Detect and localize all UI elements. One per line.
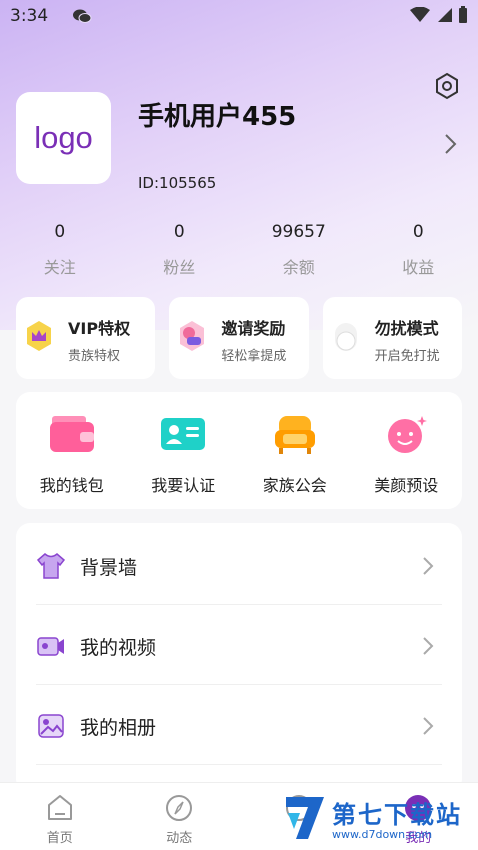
dnd-card[interactable]: 勿扰模式 开启免打扰: [322, 297, 462, 379]
crown-icon: [27, 321, 51, 351]
shirt-icon: [36, 553, 66, 579]
grid-item-wallet[interactable]: 我的钱包: [16, 392, 128, 509]
watermark-logo-icon: [286, 797, 324, 839]
stat-earnings[interactable]: 0 收益: [359, 222, 478, 282]
grid-item-verify[interactable]: 我要认证: [128, 392, 240, 509]
wallet-icon: [49, 416, 94, 452]
stat-value: 0: [54, 222, 66, 242]
grid-label: 家族公会: [262, 476, 327, 495]
status-bar: 3:34: [0, 0, 478, 32]
sofa-icon: [274, 416, 315, 454]
card-title: VIP特权: [68, 319, 131, 338]
menu-label: 我的相册: [80, 717, 157, 739]
stat-value: 99657: [271, 222, 326, 242]
stats-row: 0 关注 0 粉丝 99657 余额 0 收益: [0, 222, 478, 282]
card-subtitle: 贵族特权: [68, 349, 121, 364]
grid-item-beauty[interactable]: 美颜预设: [351, 392, 463, 509]
feature-cards: VIP特权 贵族特权 邀请奖励 轻松拿提成 勿扰模式 开启免打扰: [16, 297, 462, 379]
username: 手机用户455: [138, 102, 297, 132]
tab-label: 动态: [166, 831, 193, 846]
grid-label: 我的钱包: [39, 476, 104, 495]
home-icon: [47, 795, 72, 820]
battery-icon: [459, 6, 467, 23]
stat-fans[interactable]: 0 粉丝: [120, 222, 240, 282]
status-time: 3:34: [10, 6, 49, 26]
toggle-icon: [334, 323, 357, 351]
stat-label: 关注: [43, 258, 76, 277]
stat-label: 收益: [402, 258, 435, 277]
settings-icon[interactable]: [433, 72, 461, 100]
stat-value: 0: [412, 222, 424, 242]
tab-home[interactable]: 首页: [0, 783, 120, 850]
card-title: 勿扰模式: [374, 319, 439, 338]
invite-card[interactable]: 邀请奖励 轻松拿提成: [169, 297, 309, 379]
chevron-right-icon: [423, 557, 434, 575]
site-watermark: 第七下载站 www.d7down.com: [282, 790, 478, 846]
wifi-icon: [410, 7, 430, 22]
profile-chevron-right-icon[interactable]: [440, 131, 460, 157]
card-subtitle: 轻松拿提成: [221, 349, 287, 364]
stat-balance[interactable]: 99657 余额: [239, 222, 359, 282]
stat-following[interactable]: 0 关注: [0, 222, 120, 282]
stat-value: 0: [173, 222, 185, 242]
divider: [36, 764, 442, 765]
signal-icon: [438, 8, 452, 22]
quick-actions-grid: 我的钱包 我要认证 家族公会 美颜预设: [16, 392, 462, 509]
tab-feed[interactable]: 动态: [120, 783, 240, 850]
compass-icon: [166, 795, 193, 821]
chevron-right-icon: [423, 637, 434, 655]
tab-label: 首页: [46, 831, 73, 846]
id-card-icon: [161, 418, 206, 450]
card-subtitle: 开启免打扰: [374, 349, 440, 364]
avatar[interactable]: logo: [16, 92, 111, 184]
watermark-title: 第七下载站: [332, 801, 462, 829]
menu-list: 背景墙 我的视频 我的相册: [16, 523, 462, 793]
chevron-right-icon: [423, 717, 434, 735]
photo-album-icon: [38, 714, 64, 738]
card-title: 邀请奖励: [221, 319, 286, 338]
menu-label: 背景墙: [80, 557, 138, 579]
grid-item-guild[interactable]: 家族公会: [239, 392, 351, 509]
menu-item-my-videos[interactable]: 我的视频: [16, 605, 462, 685]
grid-label: 我要认证: [151, 476, 216, 495]
stat-label: 余额: [282, 258, 315, 277]
grid-label: 美颜预设: [374, 476, 439, 495]
vip-card[interactable]: VIP特权 贵族特权: [16, 297, 156, 379]
stat-label: 粉丝: [163, 258, 196, 277]
menu-item-my-album[interactable]: 我的相册: [16, 685, 462, 765]
video-icon: [37, 637, 64, 656]
beauty-face-icon: [388, 416, 428, 453]
invite-reward-icon: [180, 321, 205, 351]
menu-label: 我的视频: [80, 637, 157, 659]
user-id: ID:105565: [138, 174, 217, 192]
avatar-logo-text: logo: [34, 120, 93, 155]
menu-item-background-wall[interactable]: 背景墙: [16, 525, 462, 605]
wechat-icon: [73, 9, 92, 23]
